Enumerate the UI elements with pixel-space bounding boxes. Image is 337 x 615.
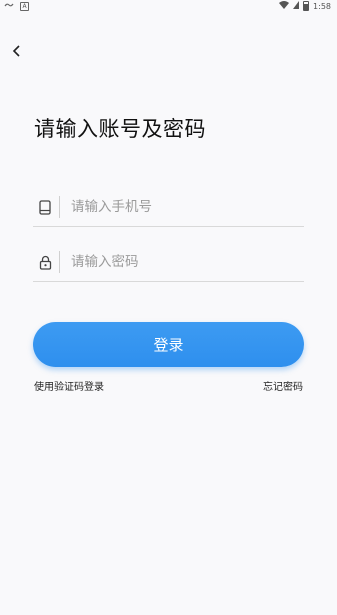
sms-login-link[interactable]: 使用验证码登录 [34, 378, 104, 393]
back-button[interactable] [6, 40, 28, 62]
status-left: A [4, 1, 29, 11]
lock-icon [33, 250, 57, 274]
phone-field-divider [59, 196, 60, 218]
status-time: 1:58 [313, 1, 331, 11]
page-title: 请输入账号及密码 [34, 117, 206, 141]
status-bar: A 1:58 [0, 0, 337, 14]
password-input[interactable] [71, 254, 291, 270]
password-field-divider [59, 251, 60, 273]
phone-input[interactable] [71, 199, 291, 215]
phone-icon [33, 195, 57, 219]
a-badge-icon: A [20, 1, 29, 11]
link-icon [4, 1, 14, 11]
battery-icon [303, 1, 310, 11]
chevron-left-icon [12, 45, 20, 57]
status-right: 1:58 [279, 1, 331, 11]
password-field [33, 243, 304, 282]
login-button[interactable]: 登录 [33, 322, 304, 367]
phone-field [33, 188, 304, 227]
wifi-icon [279, 1, 290, 11]
sim-icon [293, 1, 300, 11]
forgot-password-link[interactable]: 忘记密码 [263, 378, 303, 393]
